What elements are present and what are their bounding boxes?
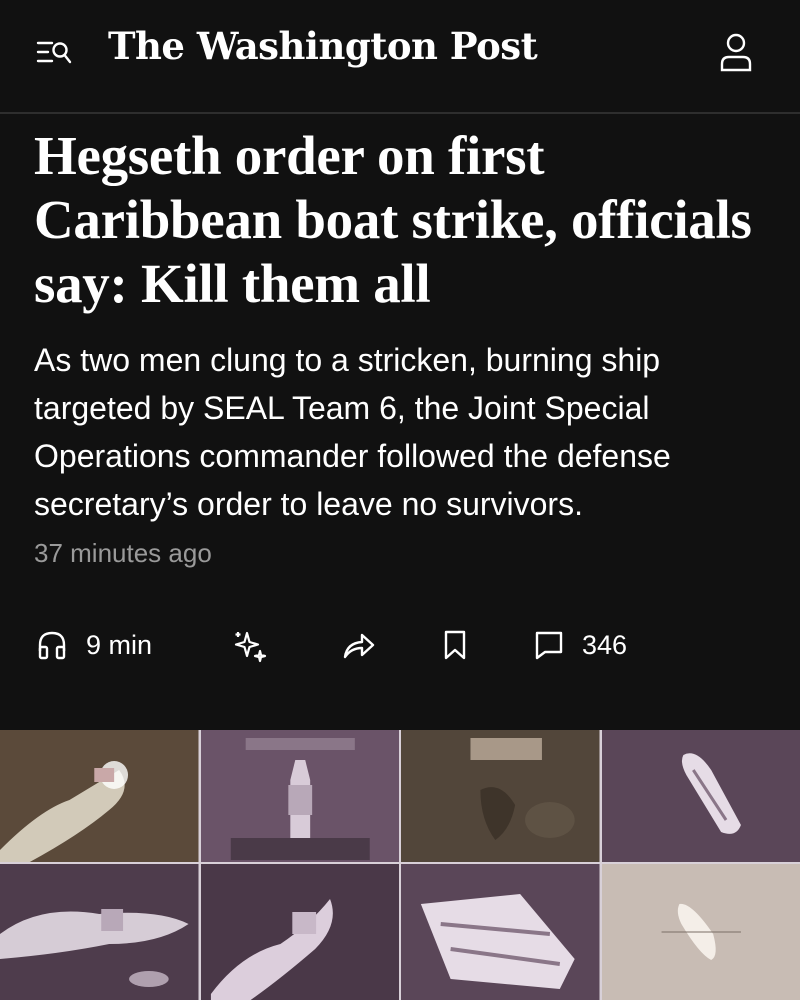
boat-strike-thumbnail — [401, 864, 600, 1000]
comments-button[interactable]: 346 — [534, 620, 627, 670]
boat-strike-thumbnail — [200, 730, 399, 862]
account-button[interactable] — [716, 30, 756, 74]
boat-strike-thumbnail — [401, 730, 600, 862]
sparkle-gift-icon — [234, 631, 267, 663]
top-bar: The Washington Post — [0, 0, 800, 112]
headphones-icon — [38, 631, 66, 660]
gift-article-button[interactable] — [232, 620, 268, 670]
boat-strike-thumbnail — [601, 864, 800, 1000]
masthead-logo[interactable]: The Washington Post — [108, 24, 538, 68]
share-icon — [343, 633, 375, 659]
listen-duration: 9 min — [86, 629, 153, 660]
share-button[interactable] — [342, 620, 376, 670]
article-actions-bar: 9 min 346 — [0, 620, 800, 670]
listen-button[interactable]: 9 min — [36, 620, 152, 670]
boat-strike-thumbnail — [601, 730, 800, 862]
comment-icon — [535, 631, 563, 660]
menu-search-icon — [36, 41, 72, 64]
header-divider — [0, 112, 800, 114]
article-headline[interactable]: Hegseth order on first Caribbean boat st… — [34, 124, 774, 316]
boat-strike-thumbnail — [0, 864, 199, 1000]
boat-strike-thumbnail — [200, 864, 399, 1000]
save-button[interactable] — [442, 620, 468, 670]
article-timestamp: 37 minutes ago — [34, 538, 212, 568]
comment-count: 346 — [582, 629, 628, 660]
menu-search-button[interactable] — [36, 36, 74, 70]
lead-image-grid[interactable] — [0, 730, 800, 1000]
user-icon — [720, 33, 752, 72]
boat-strike-thumbnail — [0, 730, 199, 862]
bookmark-icon — [444, 630, 466, 660]
article-dek: As two men clung to a stricken, burning … — [34, 342, 671, 522]
